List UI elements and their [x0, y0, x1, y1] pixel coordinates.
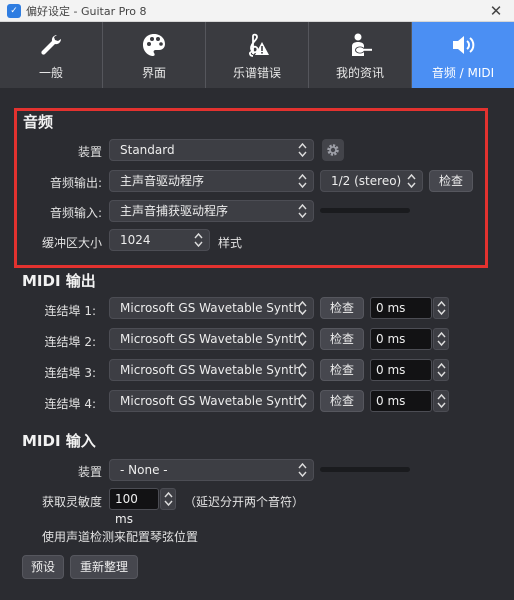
- midi-port-4-check-button[interactable]: 检查: [320, 390, 364, 412]
- audio-input-level-meter: [320, 208, 410, 213]
- guitarist-icon: [352, 33, 372, 56]
- audio-output-check-button[interactable]: 检查: [429, 170, 473, 192]
- updown-arrows-icon: [194, 232, 203, 248]
- combo-value: 1/2 (stereo): [331, 174, 402, 188]
- combo-value: Microsoft GS Wavetable Synth: [120, 394, 301, 408]
- audio-input-label: 音频输入:: [49, 206, 102, 220]
- preset-button[interactable]: 预设: [22, 555, 64, 579]
- sensitivity-stepper[interactable]: [160, 488, 176, 510]
- tab-label: 一般: [38, 66, 63, 80]
- sensitivity-input[interactable]: 100 ms: [109, 488, 159, 526]
- audio-output-select[interactable]: 主声音驱动程序: [109, 170, 314, 192]
- updown-arrows-icon: [298, 462, 307, 478]
- midi-port-1-select[interactable]: Microsoft GS Wavetable Synth: [109, 297, 314, 319]
- tab-audio-midi[interactable]: 音频 / MIDI: [412, 22, 514, 88]
- tab-label: 我的资讯: [335, 66, 384, 80]
- palette-icon: [143, 34, 165, 56]
- midi-port-4-select[interactable]: Microsoft GS Wavetable Synth: [109, 390, 314, 412]
- combo-value: 主声音捕获驱动程序: [120, 204, 229, 218]
- audio-output-label: 音频输出:: [49, 176, 102, 190]
- audio-midi-panel: 音频 装置 Standard 音频输出: 主声音驱动程序 1/2 (stereo…: [0, 88, 514, 600]
- midi-port-3-latency-stepper[interactable]: [433, 359, 449, 381]
- buffer-unit-label: 样式: [218, 236, 243, 250]
- tab-my-info[interactable]: 我的资讯: [309, 22, 412, 88]
- tab-label: 乐谱错误: [232, 66, 281, 80]
- window-title: 偏好设定 - Guitar Pro 8: [26, 5, 147, 18]
- title-bar: ✓ 偏好设定 - Guitar Pro 8 ✕: [0, 0, 514, 22]
- updown-arrows-icon: [298, 142, 307, 158]
- midi-port-label: 连结埠 4:: [44, 397, 97, 411]
- audio-channels-select[interactable]: 1/2 (stereo): [320, 170, 423, 192]
- updown-arrows-icon: [407, 173, 416, 189]
- midi-port-1-check-button[interactable]: 检查: [320, 297, 364, 319]
- updown-arrows-icon: [437, 362, 446, 378]
- midi-port-4-latency-stepper[interactable]: [433, 390, 449, 412]
- audio-device-settings-button[interactable]: [322, 139, 344, 161]
- updown-arrows-icon: [298, 300, 307, 316]
- midi-port-2-latency-input[interactable]: 0 ms: [370, 328, 432, 350]
- combo-value: Microsoft GS Wavetable Synth: [120, 301, 301, 315]
- midi-input-title: MIDI 输入: [22, 432, 96, 450]
- buffer-size-label: 缓冲区大小: [41, 236, 102, 250]
- audio-device-label: 装置: [77, 145, 102, 159]
- tab-label: 界面: [141, 66, 166, 80]
- midi-port-1-latency-input[interactable]: 0 ms: [370, 297, 432, 319]
- combo-value: Standard: [120, 143, 175, 157]
- tab-score-errors[interactable]: 乐谱错误: [206, 22, 309, 88]
- gear-icon: [327, 144, 339, 156]
- midi-port-2-select[interactable]: Microsoft GS Wavetable Synth: [109, 328, 314, 350]
- buffer-size-select[interactable]: 1024: [109, 229, 210, 251]
- clef-warning-icon: [249, 33, 269, 57]
- shield-app-icon: ✓: [7, 4, 21, 18]
- midi-input-level-meter: [320, 467, 410, 472]
- midi-port-label: 连结埠 2:: [44, 335, 97, 349]
- close-icon[interactable]: ✕: [486, 1, 506, 21]
- updown-arrows-icon: [164, 491, 173, 507]
- updown-arrows-icon: [298, 393, 307, 409]
- updown-arrows-icon: [298, 203, 307, 219]
- midi-port-label: 连结埠 3:: [44, 366, 97, 380]
- tab-label: 音频 / MIDI: [431, 66, 495, 80]
- tab-general[interactable]: 一般: [0, 22, 103, 88]
- midi-input-device-select[interactable]: - None -: [109, 459, 314, 481]
- midi-port-3-latency-input[interactable]: 0 ms: [370, 359, 432, 381]
- midi-port-3-check-button[interactable]: 检查: [320, 359, 364, 381]
- string-detect-option[interactable]: 使用声道检测来配置琴弦位置: [42, 528, 198, 545]
- sensitivity-note: （延迟分开两个音符）: [184, 495, 305, 509]
- midi-input-device-label: 装置: [77, 465, 102, 479]
- midi-port-1-latency-stepper[interactable]: [433, 297, 449, 319]
- midi-port-4-latency-input[interactable]: 0 ms: [370, 390, 432, 412]
- audio-section-title: 音频: [23, 113, 54, 131]
- updown-arrows-icon: [437, 331, 446, 347]
- updown-arrows-icon: [298, 331, 307, 347]
- tab-interface[interactable]: 界面: [103, 22, 206, 88]
- midi-port-2-latency-stepper[interactable]: [433, 328, 449, 350]
- updown-arrows-icon: [437, 300, 446, 316]
- combo-value: - None -: [120, 463, 168, 477]
- combo-value: 1024: [120, 233, 151, 247]
- combo-value: Microsoft GS Wavetable Synth: [120, 363, 301, 377]
- updown-arrows-icon: [298, 173, 307, 189]
- combo-value: Microsoft GS Wavetable Synth: [120, 332, 301, 346]
- audio-device-select[interactable]: Standard: [109, 139, 314, 161]
- midi-port-label: 连结埠 1:: [44, 304, 97, 318]
- midi-port-2-check-button[interactable]: 检查: [320, 328, 364, 350]
- preferences-tabs: 一般 界面 乐谱错误 我的资讯 音频 / MIDI: [0, 22, 514, 88]
- wrench-icon: [41, 34, 62, 55]
- updown-arrows-icon: [437, 393, 446, 409]
- sensitivity-label: 获取灵敏度: [41, 495, 102, 509]
- combo-value: 主声音驱动程序: [120, 174, 205, 188]
- audio-input-select[interactable]: 主声音捕获驱动程序: [109, 200, 314, 222]
- reset-button[interactable]: 重新整理: [70, 555, 138, 579]
- speaker-icon: [453, 36, 475, 54]
- midi-port-3-select[interactable]: Microsoft GS Wavetable Synth: [109, 359, 314, 381]
- updown-arrows-icon: [298, 362, 307, 378]
- midi-output-title: MIDI 输出: [22, 272, 96, 290]
